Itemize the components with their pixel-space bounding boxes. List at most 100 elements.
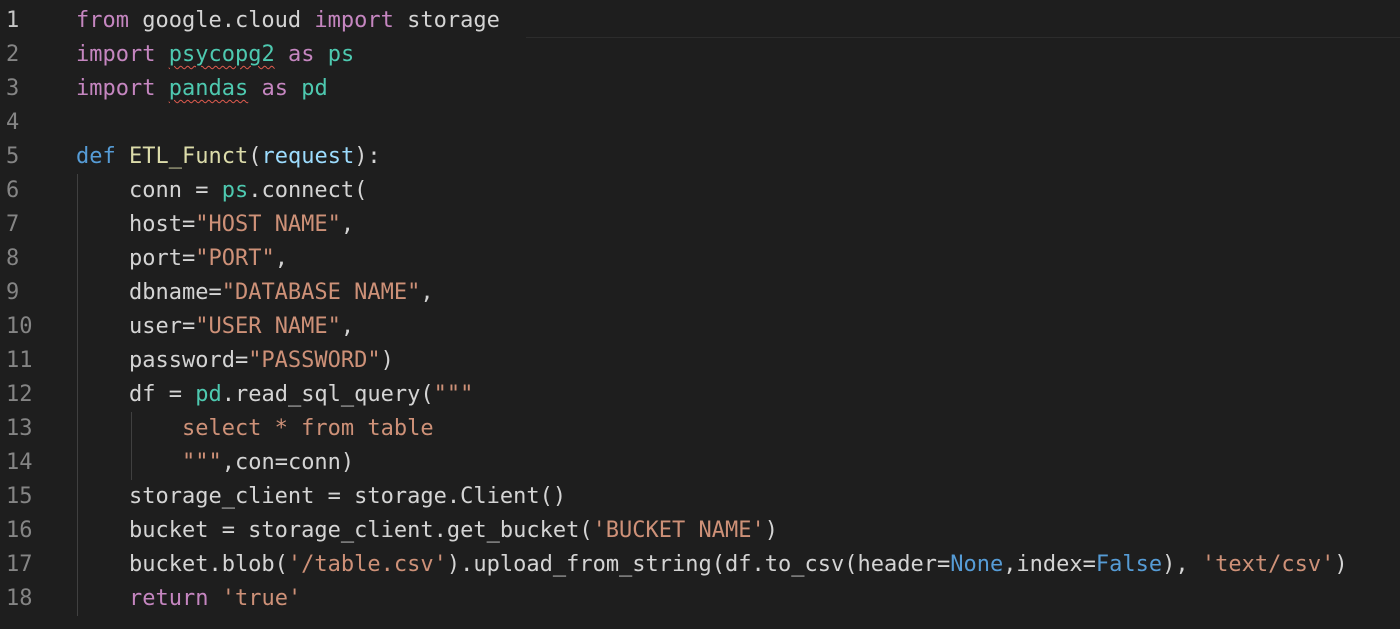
line-number: 15 <box>6 484 33 509</box>
code-token: """ <box>433 382 474 407</box>
code-token: host= <box>76 212 196 237</box>
code-token: user= <box>76 314 196 339</box>
code-area[interactable]: from google.cloud import storage import p… <box>76 4 1400 616</box>
code-token: bucket = storage_client.get_bucket( <box>76 518 593 543</box>
code-token: import <box>314 8 394 33</box>
code-line[interactable]: return 'true' <box>76 582 1400 616</box>
code-token: ,index= <box>1003 552 1096 577</box>
code-token: select * from table <box>76 416 434 441</box>
code-token: False <box>1095 552 1163 577</box>
code-line[interactable]: import psycopg2 as ps <box>76 38 1400 72</box>
code-line[interactable]: bucket.blob('/table.csv').upload_from_st… <box>76 548 1400 582</box>
code-editor[interactable]: 1 2 3 4 5 6 7 8 9 10 11 12 13 14 15 16 17 18 from google.… <box>0 0 1400 629</box>
code-token: psycopg2 <box>168 42 275 67</box>
code-token: pd <box>301 76 328 101</box>
code-line[interactable]: dbname="DATABASE NAME", <box>76 276 1400 310</box>
code-token: .connect( <box>248 178 368 203</box>
code-line[interactable]: """,con=conn) <box>76 446 1400 480</box>
line-number: 12 <box>6 382 33 407</box>
line-number: 10 <box>6 314 33 339</box>
code-token: .read_sql_query( <box>221 382 434 407</box>
code-line[interactable]: conn = ps.connect( <box>76 174 1400 208</box>
code-line[interactable]: bucket = storage_client.get_bucket('BUCK… <box>76 514 1400 548</box>
code-line[interactable]: import pandas as pd <box>76 72 1400 106</box>
code-token: "HOST NAME" <box>195 212 341 237</box>
code-token: "PORT" <box>195 246 275 271</box>
code-token: , <box>420 280 434 305</box>
line-number: 13 <box>6 416 33 441</box>
code-token: ).upload_from_string(df.to_csv(header= <box>446 552 951 577</box>
line-number: 14 <box>6 450 33 475</box>
code-line[interactable]: port="PORT", <box>76 242 1400 276</box>
code-line[interactable]: df = pd.read_sql_query(""" <box>76 378 1400 412</box>
code-token: as <box>261 76 288 101</box>
code-token: def <box>76 144 116 169</box>
code-line[interactable] <box>76 106 1400 140</box>
code-token: from <box>76 8 129 33</box>
line-number: 16 <box>6 518 33 543</box>
code-line[interactable]: host="HOST NAME", <box>76 208 1400 242</box>
code-token: ( <box>248 144 262 169</box>
code-token: , <box>274 246 288 271</box>
code-token: ): <box>354 144 381 169</box>
code-token: ) <box>380 348 394 373</box>
code-line[interactable]: user="USER NAME", <box>76 310 1400 344</box>
code-token: "DATABASE NAME" <box>221 280 421 305</box>
line-number: 8 <box>6 246 20 271</box>
code-token: import <box>76 76 156 101</box>
code-token: request <box>261 144 355 169</box>
line-number-gutter: 1 2 3 4 5 6 7 8 9 10 11 12 13 14 15 16 17 18 <box>0 4 60 616</box>
code-token: storage_client = storage.Client() <box>76 484 567 509</box>
line-number: 18 <box>6 586 33 611</box>
line-number: 7 <box>6 212 20 237</box>
code-token: ) <box>1334 552 1348 577</box>
line-number: 11 <box>6 348 33 373</box>
code-token: conn = <box>76 178 222 203</box>
code-token: storage <box>393 8 500 33</box>
line-number: 17 <box>6 552 33 577</box>
code-token: "PASSWORD" <box>248 348 381 373</box>
code-token: as <box>287 42 315 67</box>
code-token: pd <box>195 382 222 407</box>
code-token: """ <box>181 450 222 475</box>
code-token: password= <box>76 348 249 373</box>
code-line[interactable]: select * from table <box>76 412 1400 446</box>
code-token: dbname= <box>76 280 222 305</box>
code-line[interactable]: def ETL_Funct(request): <box>76 140 1400 174</box>
code-token: ) <box>764 518 778 543</box>
line-number: 4 <box>6 110 20 135</box>
line-number: 9 <box>6 280 20 305</box>
code-token: ), <box>1162 552 1202 577</box>
code-line[interactable]: from google.cloud import storage <box>76 4 1400 38</box>
code-line[interactable]: password="PASSWORD") <box>76 344 1400 378</box>
line-number: 1 <box>6 8 20 33</box>
code-token: google.cloud <box>128 8 315 33</box>
code-token: bucket.blob( <box>76 552 288 577</box>
code-token: ps <box>221 178 249 203</box>
code-token: ETL_Funct <box>129 144 249 169</box>
code-token: '/table.csv' <box>287 552 447 577</box>
code-line[interactable]: storage_client = storage.Client() <box>76 480 1400 514</box>
code-token: df = <box>76 382 196 407</box>
code-token: ,con=conn) <box>221 450 355 475</box>
code-token: port= <box>76 246 196 271</box>
code-token: , <box>340 212 355 237</box>
code-token: 'text/csv' <box>1201 552 1335 577</box>
code-token: 'BUCKET NAME' <box>592 518 765 543</box>
line-number: 5 <box>6 144 20 169</box>
line-number: 6 <box>6 178 20 203</box>
code-token: ps <box>327 42 355 67</box>
code-token: import <box>76 42 156 67</box>
code-token: return <box>128 586 209 611</box>
code-token: None <box>950 552 1004 577</box>
